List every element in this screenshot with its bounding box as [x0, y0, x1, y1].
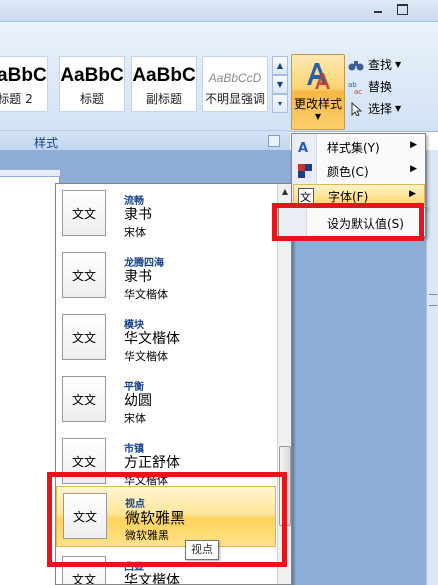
font-thumb-text: 文文	[71, 455, 96, 469]
gallery-down-icon[interactable]: ▼	[272, 75, 288, 94]
font-item-longteng[interactable]: 文文 龙腾四海 隶书 华文楷体	[56, 246, 276, 307]
gallery-scroll: ▲ ▼ ▾	[272, 56, 288, 114]
change-style-label: 更改样式	[293, 97, 342, 111]
find-label: 查找	[368, 58, 393, 72]
submenu-arrow-icon: ▶	[410, 140, 417, 150]
style-tile-heading-2[interactable]: AaBbC 标题 2	[0, 56, 48, 112]
cursor-icon	[351, 101, 363, 116]
gallery-up-icon[interactable]: ▲	[272, 56, 288, 75]
font-heading: 华文楷体	[124, 573, 180, 585]
find-button[interactable]: 查找 ▼	[348, 56, 401, 76]
replace-button[interactable]: ab ac 替换	[348, 78, 392, 98]
change-style-menu: A 样式集(Y) ▶ 颜色(C) ▶ 文 字体(F) ▶	[291, 133, 426, 209]
chevron-down-icon: ▼	[395, 104, 402, 113]
menu-item-colors[interactable]: 颜色(C) ▶	[293, 160, 425, 182]
style-name: 副标题	[145, 92, 182, 106]
select-label: 选择	[368, 102, 393, 116]
font-thumb: 文文	[62, 314, 106, 360]
menu-item-label: 样式集(Y)	[327, 141, 380, 155]
chevron-down-icon: ▼	[395, 60, 402, 69]
font-heading: 方正舒体	[124, 455, 180, 471]
style-name: 不明显强调	[204, 92, 265, 106]
gallery-more-icon[interactable]: ▾	[272, 94, 288, 113]
font-heading: 隶书	[124, 269, 152, 285]
document-scrollbar[interactable]	[426, 150, 438, 585]
highlight-box-set-default	[272, 203, 424, 241]
style-name: 标题	[79, 92, 104, 106]
select-button[interactable]: 选择 ▼	[348, 100, 401, 120]
style-name: 标题 2	[0, 92, 33, 106]
replace-label: 替换	[368, 80, 393, 94]
dialog-launcher-icon[interactable]	[268, 135, 280, 147]
replace-icon: abac	[348, 81, 362, 94]
font-heading: 隶书	[124, 207, 152, 223]
quick-style-gallery: AaBbC 标题 2 AaBbC 标题 AaBbC 副标题 AaBbCcD 不明…	[0, 52, 275, 114]
font-thumb-text: 文文	[71, 269, 96, 283]
font-thumb: 文文	[62, 252, 106, 298]
font-item-liuchang[interactable]: 文文 流畅 隶书 宋体	[56, 184, 276, 245]
font-body: 宋体	[124, 412, 146, 425]
color-icon	[298, 164, 312, 178]
font-thumb-text: 文文	[71, 331, 96, 345]
submenu-arrow-icon: ▶	[409, 189, 416, 199]
svg-text:文: 文	[300, 190, 311, 204]
submenu-arrow-icon: ▶	[410, 164, 417, 174]
title-bar	[0, 0, 438, 22]
highlight-box-shidian	[47, 472, 287, 567]
font-item-pingheng[interactable]: 文文 平衡 幼圆 宋体	[56, 370, 276, 431]
scroll-grip[interactable]	[429, 294, 437, 306]
style-tile-title[interactable]: AaBbC 标题	[59, 56, 125, 112]
editing-group: 查找 ▼ ab ac 替换 选择 ▼	[348, 54, 438, 124]
menu-item-style-set[interactable]: A 样式集(Y) ▶	[293, 136, 425, 158]
maximize-icon[interactable]	[394, 2, 410, 16]
font-thumb-text: 文文	[71, 207, 96, 221]
font-body: 华文楷体	[124, 350, 168, 363]
change-style-icon	[307, 63, 330, 89]
minimize-icon[interactable]	[370, 2, 386, 16]
font-item-mokuai[interactable]: 文文 模块 华文楷体 华文楷体	[56, 308, 276, 369]
ruler	[0, 170, 60, 176]
svg-text:A: A	[298, 141, 308, 155]
style-set-icon: A	[298, 141, 308, 155]
font-thumb-text: 文文	[71, 573, 96, 585]
scroll-up-icon[interactable]: ▲	[278, 184, 291, 200]
style-sample: AaBbC	[0, 65, 47, 86]
style-tile-subtle-emphasis[interactable]: AaBbCcD 不明显强调	[202, 56, 268, 112]
svg-text:ac: ac	[354, 88, 362, 94]
styles-group-label-bar: 样式	[0, 130, 290, 150]
chevron-down-icon: ▼	[314, 112, 322, 121]
font-icon: 文	[298, 188, 314, 204]
font-body: 宋体	[124, 226, 146, 239]
change-style-button[interactable]: 更改样式 ▼	[291, 54, 345, 130]
style-tile-subtitle[interactable]: AaBbC 副标题	[131, 56, 197, 112]
style-sample: AaBbC	[60, 65, 124, 86]
menu-item-label: 颜色(C)	[327, 165, 369, 179]
font-thumb: 文文	[62, 190, 106, 236]
font-body: 华文楷体	[124, 288, 168, 301]
font-heading: 幼圆	[124, 393, 152, 409]
binoculars-icon	[348, 60, 364, 70]
font-thumb-text: 文文	[71, 393, 96, 407]
styles-group-label: 样式	[34, 136, 59, 150]
style-sample: AaBbC	[132, 65, 196, 86]
font-heading: 华文楷体	[124, 331, 180, 347]
font-thumb: 文文	[62, 376, 106, 422]
style-sample: AaBbCcD	[208, 71, 262, 85]
